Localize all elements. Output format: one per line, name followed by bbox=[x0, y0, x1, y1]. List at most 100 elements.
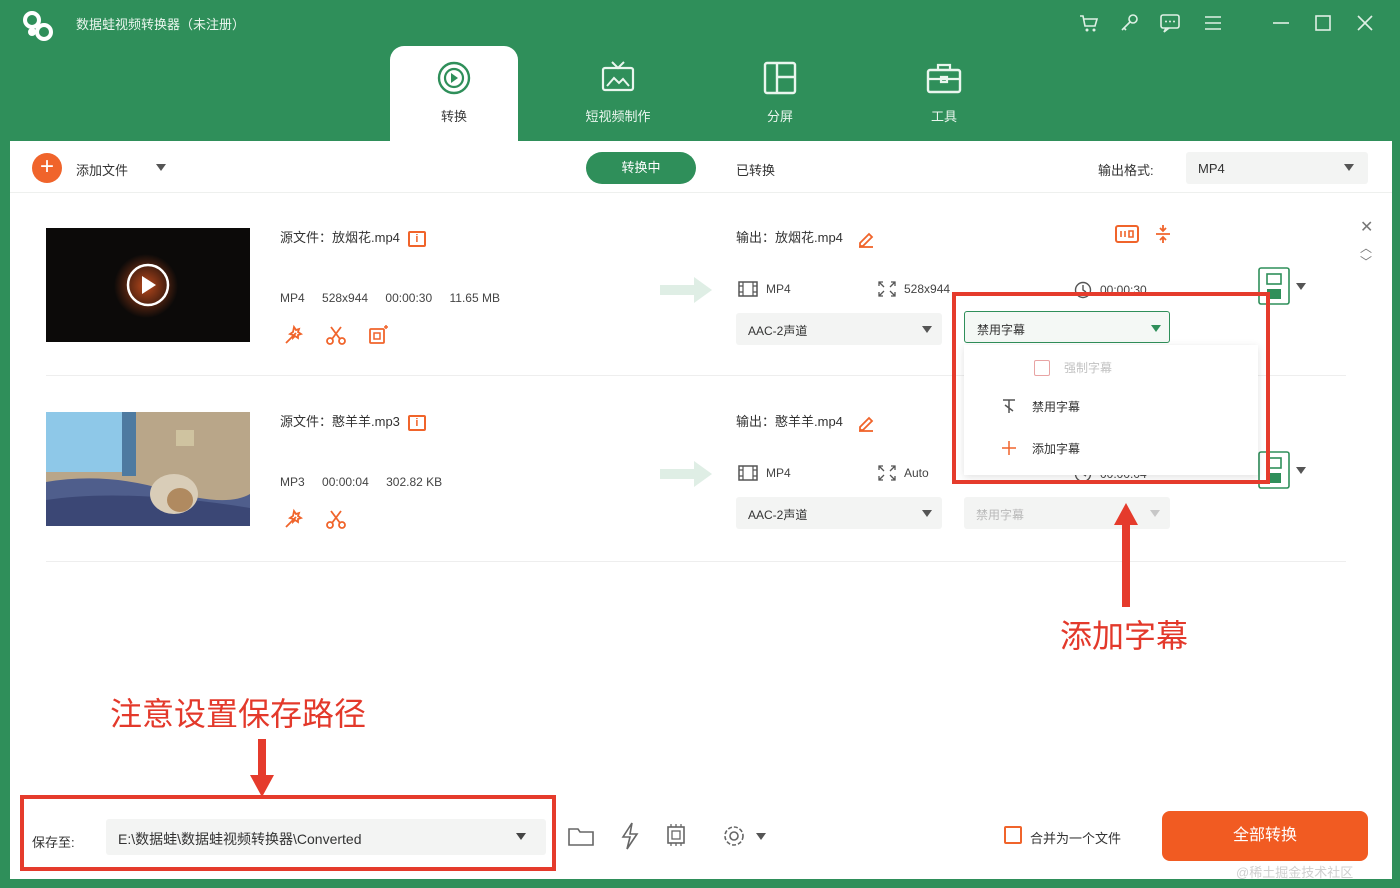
chevron-down-icon[interactable] bbox=[756, 833, 766, 840]
app-logo-icon bbox=[23, 11, 53, 41]
pencil-icon[interactable] bbox=[857, 414, 875, 432]
convert-icon bbox=[437, 61, 471, 95]
chat-icon[interactable] bbox=[1157, 10, 1183, 36]
output-settings-icon[interactable] bbox=[1114, 223, 1140, 245]
chevron-down-icon bbox=[922, 326, 932, 333]
edit-tools bbox=[282, 507, 348, 531]
app-title: 数据蛙视频转换器（未注册） bbox=[76, 17, 246, 32]
main-tabs: 转换 短视频制作 分屏 工具 bbox=[0, 46, 1400, 142]
annotation-arrow-down bbox=[250, 739, 274, 797]
title-bar: 数据蛙视频转换器（未注册） bbox=[0, 0, 1400, 46]
split-screen-icon bbox=[763, 61, 797, 95]
add-file-dropdown-icon[interactable] bbox=[156, 164, 166, 171]
source-size: 302.82 KB bbox=[386, 475, 443, 489]
source-filename: 源文件：放烟花.mp4 bbox=[280, 230, 400, 245]
source-meta: MP3 00:00:04 302.82 KB bbox=[280, 475, 456, 489]
scissors-icon[interactable] bbox=[324, 323, 348, 347]
close-icon[interactable] bbox=[1352, 10, 1378, 36]
row-divider bbox=[46, 561, 1346, 562]
source-format: MP3 bbox=[280, 475, 305, 489]
chevron-down-icon bbox=[1150, 510, 1160, 517]
annotation-box-subtitle bbox=[952, 292, 1270, 484]
annotation-save-path: 注意设置保存路径 bbox=[110, 695, 367, 733]
enhance-icon[interactable] bbox=[282, 323, 306, 347]
output-format: MP4 bbox=[766, 282, 791, 296]
video-thumbnail[interactable] bbox=[46, 412, 250, 526]
audio-track-select[interactable]: AAC-2声道 bbox=[736, 313, 942, 345]
tab-convert[interactable]: 转换 bbox=[390, 46, 518, 142]
annotation-box-save-path bbox=[20, 795, 556, 871]
key-icon[interactable] bbox=[1116, 10, 1142, 36]
tab-split-screen[interactable]: 分屏 bbox=[716, 46, 844, 142]
output-filename: 输出：放烟花.mp4 bbox=[736, 230, 843, 245]
output-resolution: Auto bbox=[904, 466, 929, 480]
arrow-right-icon bbox=[660, 461, 712, 487]
tab-label: 分屏 bbox=[766, 109, 793, 124]
output-filename: 输出：憨羊羊.mp4 bbox=[736, 414, 843, 429]
gear-icon[interactable] bbox=[720, 821, 750, 851]
output-resolution: 528x944 bbox=[904, 282, 951, 296]
compress-icon[interactable] bbox=[1152, 223, 1174, 245]
film-icon bbox=[738, 465, 758, 481]
merge-checkbox[interactable] bbox=[1004, 826, 1022, 844]
scissors-icon[interactable] bbox=[324, 507, 348, 531]
source-meta: MP4 528x944 00:00:30 11.65 MB bbox=[280, 291, 514, 305]
app-window: 数据蛙视频转换器（未注册） 转换 短视频制作 分屏 工具 + 添加文件 转换中 … bbox=[0, 0, 1400, 888]
toolbox-icon bbox=[926, 63, 962, 94]
source-resolution: 528x944 bbox=[322, 291, 369, 305]
output-format-label: 输出格式: bbox=[1098, 163, 1154, 178]
tab-converting[interactable]: 转换中 bbox=[586, 152, 696, 184]
output-format-select[interactable]: MP4 bbox=[1186, 152, 1368, 184]
source-filename: 源文件：憨羊羊.mp3 bbox=[280, 414, 400, 429]
arrow-right-icon bbox=[660, 277, 712, 303]
chevron-down-icon[interactable] bbox=[1296, 283, 1306, 290]
audio-track-value: AAC-2声道 bbox=[748, 324, 808, 338]
tab-tools[interactable]: 工具 bbox=[880, 46, 1008, 142]
resize-icon bbox=[878, 281, 896, 297]
video-thumbnail[interactable] bbox=[46, 228, 250, 342]
source-duration: 00:00:04 bbox=[322, 475, 369, 489]
content-panel: + 添加文件 转换中 已转换 输出格式: MP4 源文件：放烟花.mp4 i M… bbox=[10, 141, 1392, 879]
info-icon[interactable]: i bbox=[407, 230, 426, 247]
edit-tools bbox=[282, 323, 390, 347]
add-file-button[interactable]: + bbox=[32, 153, 62, 183]
chevron-down-icon[interactable] bbox=[1296, 467, 1306, 474]
audio-track-value: AAC-2声道 bbox=[748, 508, 808, 522]
subtitle-value: 禁用字幕 bbox=[976, 508, 1025, 522]
tab-label: 工具 bbox=[930, 109, 957, 124]
merge-label[interactable]: 合并为一个文件 bbox=[1030, 828, 1121, 847]
annotation-arrow-up bbox=[1114, 503, 1138, 607]
tab-label: 短视频制作 bbox=[585, 109, 651, 124]
output-format: MP4 bbox=[766, 466, 791, 480]
remove-file-icon[interactable]: ✕ bbox=[1360, 217, 1373, 237]
source-duration: 00:00:30 bbox=[385, 291, 433, 305]
film-icon bbox=[738, 281, 758, 297]
move-down-icon[interactable]: ﹀ bbox=[1360, 253, 1372, 270]
convert-all-button[interactable]: 全部转换 bbox=[1162, 811, 1368, 861]
watermark-text: @稀土掘金技术社区 bbox=[1236, 865, 1354, 880]
cart-icon[interactable] bbox=[1076, 10, 1102, 36]
tv-icon bbox=[601, 61, 635, 92]
toolbar: + 添加文件 转换中 已转换 输出格式: MP4 bbox=[10, 141, 1392, 193]
menu-icon[interactable] bbox=[1200, 10, 1226, 36]
source-size: 11.65 MB bbox=[449, 291, 500, 305]
hardware-acceleration-icon[interactable] bbox=[616, 821, 646, 851]
add-file-label[interactable]: 添加文件 bbox=[76, 160, 128, 179]
gpu-icon[interactable] bbox=[662, 821, 692, 851]
crop-effect-icon[interactable] bbox=[366, 323, 390, 347]
annotation-add-subtitle: 添加字幕 bbox=[1060, 617, 1189, 655]
audio-track-select[interactable]: AAC-2声道 bbox=[736, 497, 942, 529]
open-folder-icon[interactable] bbox=[566, 821, 596, 851]
chevron-down-icon bbox=[1344, 164, 1354, 171]
maximize-icon[interactable] bbox=[1310, 10, 1336, 36]
output-format-value: MP4 bbox=[1198, 161, 1225, 176]
minimize-icon[interactable] bbox=[1268, 10, 1294, 36]
tab-label: 转换 bbox=[440, 109, 467, 124]
tab-converted[interactable]: 已转换 bbox=[736, 160, 775, 179]
tab-short-video[interactable]: 短视频制作 bbox=[554, 46, 682, 142]
resize-icon bbox=[878, 465, 896, 481]
chevron-down-icon bbox=[922, 510, 932, 517]
pencil-icon[interactable] bbox=[857, 230, 875, 248]
enhance-icon[interactable] bbox=[282, 507, 306, 531]
info-icon[interactable]: i bbox=[407, 414, 426, 431]
